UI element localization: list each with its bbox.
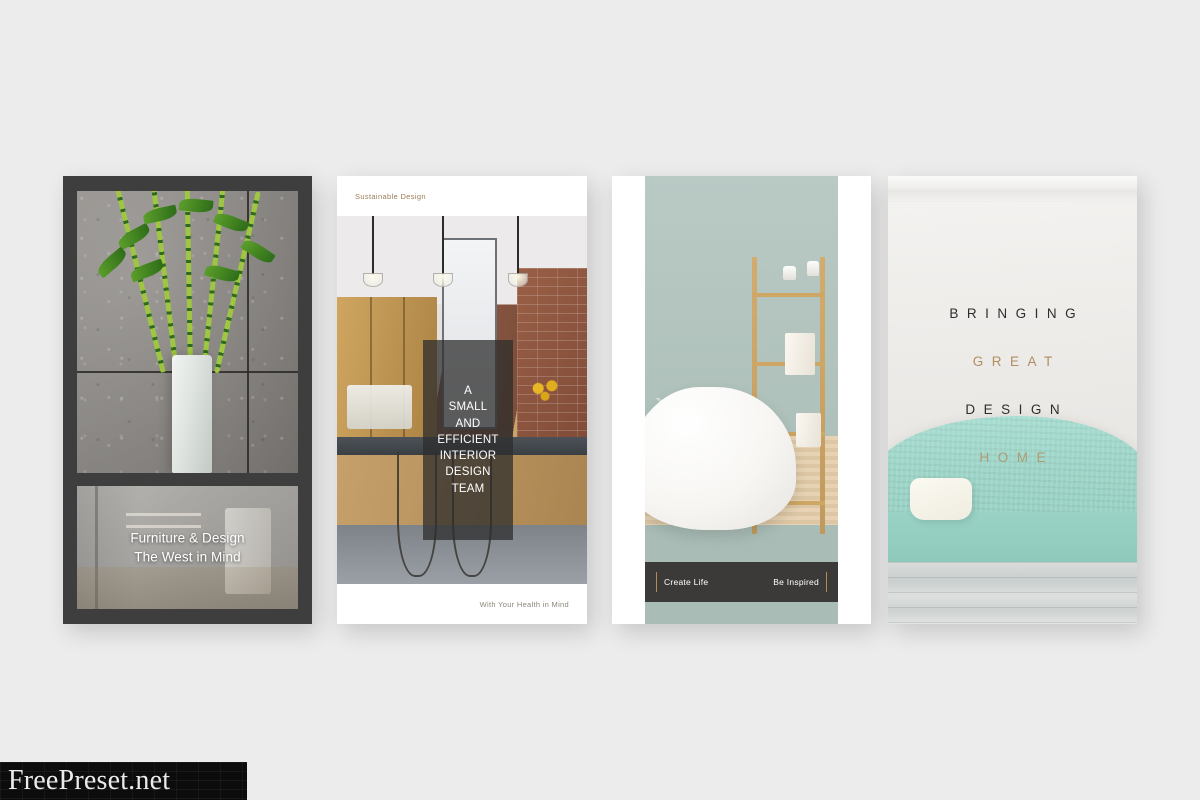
overlay-line-6: DESIGN: [445, 466, 491, 479]
card-1[interactable]: Furniture & Design The West in Mind: [63, 176, 312, 624]
wood-floor: [888, 562, 1137, 624]
white-vase: [171, 355, 212, 473]
bath-jar-1: [782, 265, 796, 280]
card-4-headline: BRINGING GREAT DESIGN HOME: [888, 306, 1137, 498]
card-4-line-4: HOME: [979, 450, 1054, 465]
towel-1: [784, 332, 815, 375]
card-4-line-1: BRINGING: [949, 306, 1085, 321]
card-4[interactable]: BRINGING GREAT DESIGN HOME: [888, 176, 1137, 624]
card-2-overlay-text: A SMALL AND EFFICIENT INTERIOR DESIGN TE…: [437, 383, 498, 497]
overlay-line-4: EFFICIENT: [437, 433, 499, 446]
card-3-footer-left-label[interactable]: Create Life: [664, 577, 708, 587]
card-1-caption-text: Furniture & Design The West in Mind: [77, 528, 298, 567]
card-2-footnote: With Your Health in Mind: [479, 599, 569, 609]
watermark-text: FreePreset.net: [8, 765, 171, 796]
card-3-footer-right-label[interactable]: Be Inspired: [773, 577, 819, 587]
card-2-overlay-panel: A SMALL AND EFFICIENT INTERIOR DESIGN TE…: [423, 340, 513, 540]
card-1-caption-panel: Furniture & Design The West in Mind: [77, 486, 298, 609]
overlay-line-5: INTERIOR: [439, 450, 497, 463]
towel-2: [795, 413, 821, 448]
kitchen-jars: [347, 385, 412, 430]
card-3[interactable]: Create Life Be Inspired: [612, 176, 871, 624]
overlay-line-3: AND: [455, 417, 481, 430]
card-4-line-3: DESIGN: [965, 402, 1069, 417]
overlay-line-2: SMALL: [448, 401, 488, 414]
mint-sofa-seat: [888, 512, 1137, 566]
card-2-photo: A SMALL AND EFFICIENT INTERIOR DESIGN TE…: [337, 216, 587, 584]
card-2-footer: With Your Health in Mind: [337, 584, 587, 624]
overlay-line-7: TEAM: [451, 482, 485, 495]
card-1-caption-line-2: The West in Mind: [134, 549, 241, 565]
footer-rule-right: [826, 572, 827, 592]
ceiling-cornice: [888, 176, 1137, 202]
card-3-photo: [645, 176, 838, 624]
card-2-eyebrow: Sustainable Design: [355, 191, 426, 201]
bath-jar-2: [806, 261, 819, 277]
card-4-line-2: GREAT: [972, 354, 1061, 369]
sunflowers: [528, 377, 562, 404]
overlay-line-1: A: [464, 384, 472, 397]
watermark-badge: FreePreset.net: [0, 762, 247, 800]
card-3-footer: Create Life Be Inspired: [645, 562, 838, 602]
card-2-header: Sustainable Design: [337, 176, 587, 216]
card-1-caption-line-1: Furniture & Design: [130, 529, 245, 545]
card-1-photo: [77, 191, 298, 473]
card-2[interactable]: Sustainable Design A SMALL AND EFFICIENT…: [337, 176, 587, 624]
